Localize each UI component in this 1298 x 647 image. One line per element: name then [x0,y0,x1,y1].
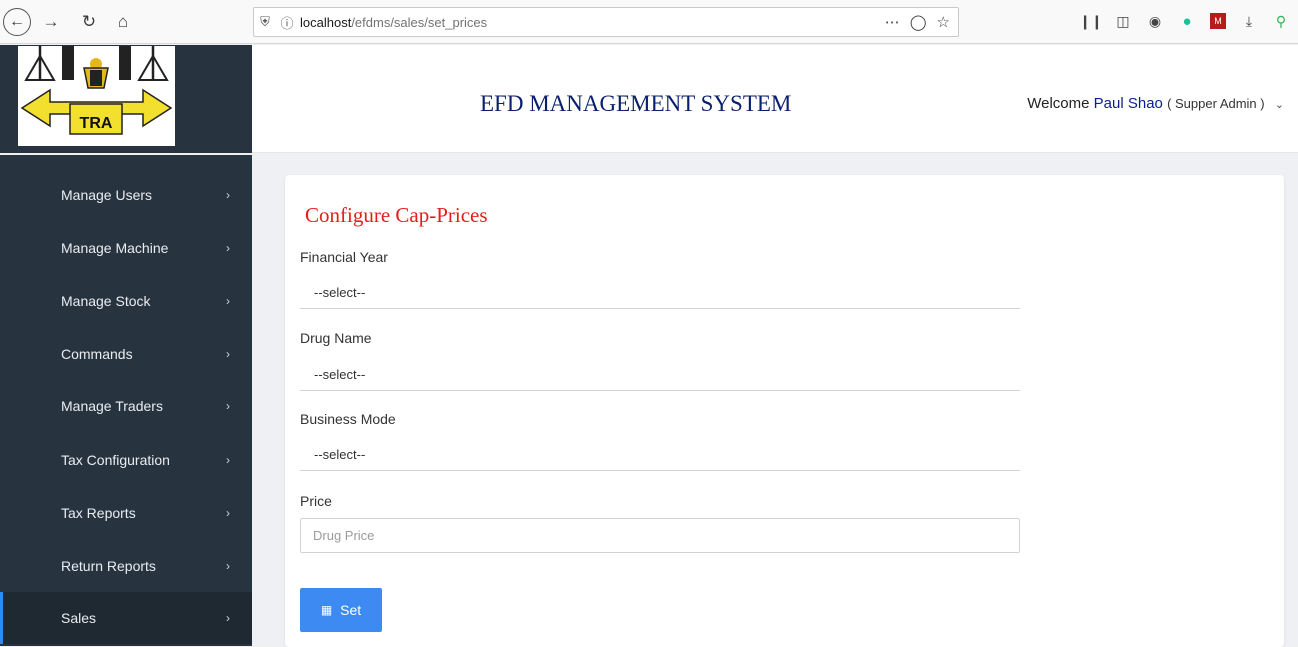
sidebar-item-return-reports[interactable]: Return Reports › [0,540,252,592]
chevron-right-icon: › [226,506,230,520]
sidebar-item-tax-reports[interactable]: Tax Reports › [0,487,252,539]
logo-text: TRA [80,115,113,132]
sidebar-item-label: Manage Traders [61,398,163,414]
chevron-right-icon: › [226,188,230,202]
user-name: Paul Shao [1093,95,1163,112]
set-button-label: Set [340,602,362,618]
bookmark-star-icon[interactable]: ☆ [937,13,950,31]
financial-year-label: Financial Year [300,249,388,265]
sidebar-item-label: Sales [61,610,97,626]
system-title: EFD MANAGEMENT SYSTEM [480,91,792,116]
chevron-right-icon: › [226,399,230,413]
sidebar-toggle-icon[interactable]: ◫ [1114,12,1132,30]
chevron-down-icon[interactable]: ⌄ [1275,99,1284,111]
extension-icon[interactable]: M [1210,13,1226,29]
chevron-right-icon: › [226,559,230,573]
drug-name-label: Drug Name [300,330,372,346]
grammarly-icon[interactable]: ● [1178,12,1196,30]
sidebar-item-manage-traders[interactable]: Manage Traders › [0,380,252,432]
price-input[interactable] [300,518,1020,553]
home-button[interactable]: ⌂ [110,9,136,35]
sidebar-item-manage-stock[interactable]: Manage Stock › [0,275,252,327]
financial-year-value: --select-- [314,285,366,300]
sidebar-item-commands[interactable]: Commands › [0,328,252,380]
tra-logo-graphic: TRA [18,46,175,146]
sidebar-item-label: Tax Reports [61,505,136,521]
url-host: localhost [300,14,352,30]
search-extension-icon[interactable]: ⚲ [1272,12,1290,30]
business-mode-value: --select-- [314,447,366,462]
shield-icon[interactable]: ⛨ [254,14,276,30]
sidebar-item-label: Tax Configuration [61,452,170,468]
chevron-right-icon: › [226,241,230,255]
url-text[interactable]: localhost/efdms/sales/set_prices [300,15,487,30]
library-icon[interactable]: ❙❙ [1079,12,1102,30]
sidebar-item-tax-configuration[interactable]: Tax Configuration › [0,434,252,486]
sidebar-item-label: Commands [61,346,133,362]
sidebar-item-sales[interactable]: Sales › [0,592,252,644]
cap-prices-form-card: Configure Cap-Prices Financial Year --se… [285,175,1284,647]
app-header: EFD MANAGEMENT SYSTEM Welcome Paul Shao … [252,45,1298,153]
sidebar-item-label: Return Reports [61,558,156,574]
download-icon[interactable]: ⤓ [1240,12,1258,30]
back-button[interactable]: ← [3,8,31,36]
info-icon[interactable]: ⓘ [276,13,298,32]
set-button[interactable]: ▦ Set [300,588,382,632]
chevron-right-icon: › [226,611,230,625]
user-menu[interactable]: Welcome Paul Shao ( Supper Admin ) ⌄ [1027,95,1284,112]
sidebar-item-label: Manage Stock [61,293,151,309]
sidebar-item-manage-machine[interactable]: Manage Machine › [0,222,252,274]
url-path: /efdms/sales/set_prices [351,14,488,30]
page-actions-icon[interactable]: ⋯ [885,13,900,31]
business-mode-label: Business Mode [300,411,396,427]
chevron-right-icon: › [226,347,230,361]
sidebar-item-manage-users[interactable]: Manage Users › [0,169,252,221]
price-label: Price [300,493,332,509]
save-icon: ▦ [320,603,333,617]
drug-name-select[interactable]: --select-- [300,359,1020,391]
user-role: ( Supper Admin ) [1167,96,1265,111]
financial-year-select[interactable]: --select-- [300,277,1020,309]
main-content: Configure Cap-Prices Financial Year --se… [252,153,1298,647]
sidebar-item-label: Manage Users [61,187,153,203]
pocket-icon[interactable]: ◯ [910,13,927,31]
sidebar-item-label: Manage Machine [61,240,169,256]
account-icon[interactable]: ◉ [1146,12,1164,30]
drug-name-value: --select-- [314,367,366,382]
sidebar: Manage Users › Manage Machine › Manage S… [0,155,252,646]
business-mode-select[interactable]: --select-- [300,439,1020,471]
reload-button[interactable]: ↻ [76,9,102,35]
tra-logo[interactable]: TRA [18,46,175,146]
form-title: Configure Cap-Prices [305,203,488,227]
chevron-right-icon: › [226,294,230,308]
forward-button[interactable]: → [38,9,64,35]
welcome-text: Welcome [1027,95,1090,112]
address-bar[interactable]: ⛨ ⓘ localhost/efdms/sales/set_prices ⋯ ◯… [253,7,959,37]
chevron-right-icon: › [226,453,230,467]
browser-toolbar: ← → ↻ ⌂ ⛨ ⓘ localhost/efdms/sales/set_pr… [0,0,1298,44]
